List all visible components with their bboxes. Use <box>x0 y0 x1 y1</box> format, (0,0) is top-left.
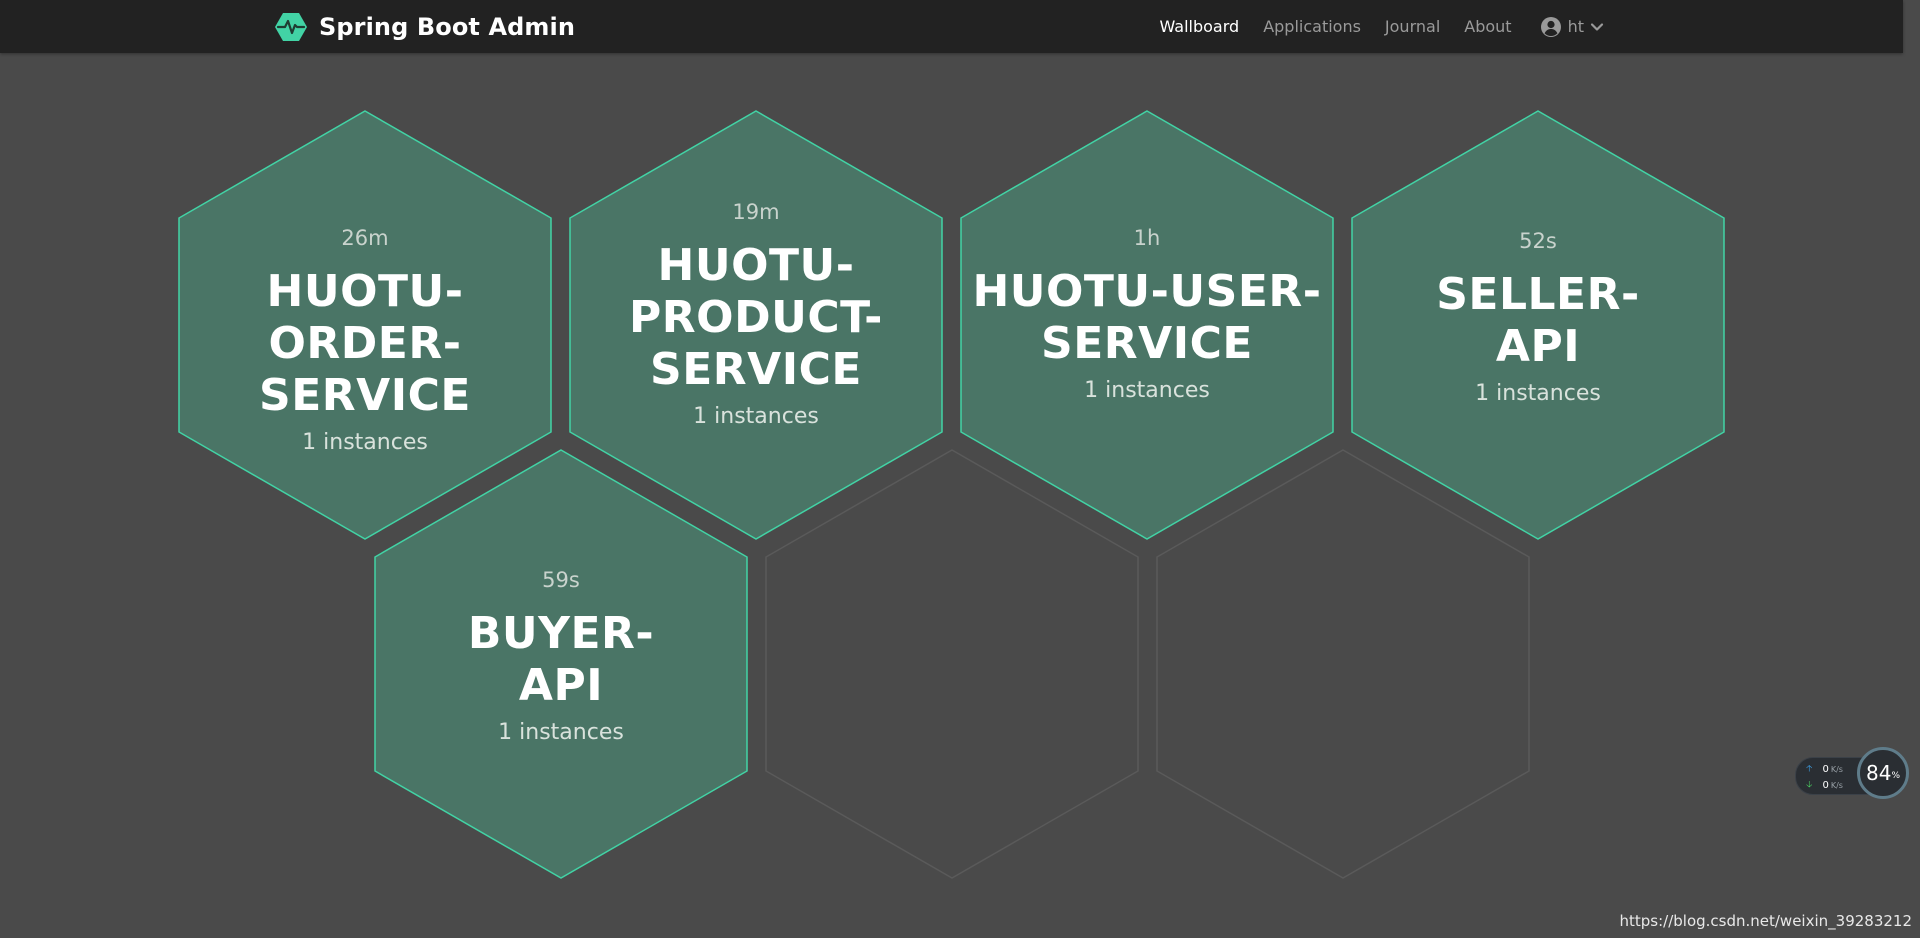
heartbeat-hexagon-icon <box>275 12 307 41</box>
brand-link[interactable]: Spring Boot Admin <box>275 0 575 53</box>
download-speed-unit: K/s <box>1830 780 1843 790</box>
nav-link-journal[interactable]: Journal <box>1385 17 1440 36</box>
network-speed-overlay: 🡡 0 K/s 🡣 0 K/s 84% <box>1795 747 1913 799</box>
empty-hex-slot-2 <box>1156 449 1530 879</box>
download-speed-value: 0 <box>1822 779 1829 791</box>
spring-boot-admin-wallboard-page: 26m HUOTU-ORDER- SERVICE 1 instances 19m… <box>0 0 1920 938</box>
download-arrow-icon: 🡣 <box>1806 780 1813 790</box>
nav-link-wallboard[interactable]: Wallboard <box>1159 17 1239 36</box>
top-navbar: Spring Boot Admin Wallboard Applications… <box>0 0 1903 53</box>
wallboard-hex-grid <box>178 110 1725 879</box>
wallboard: 26m HUOTU-ORDER- SERVICE 1 instances 19m… <box>0 0 1920 938</box>
watermark-url: https://blog.csdn.net/weixin_39283212 <box>1619 912 1912 930</box>
application-hex-huotu-product-service[interactable] <box>569 110 943 540</box>
usage-percentage-circle: 84% <box>1857 747 1909 799</box>
user-name: ht <box>1567 17 1584 36</box>
user-menu-toggle[interactable]: ht <box>1540 16 1604 38</box>
application-hex-huotu-user-service[interactable] <box>960 110 1334 540</box>
nav-link-about[interactable]: About <box>1464 17 1511 36</box>
chevron-down-icon <box>1590 22 1604 31</box>
application-hex-buyer-api[interactable] <box>374 449 748 879</box>
upload-speed-row: 🡡 0 K/s <box>1806 761 1843 777</box>
usage-percentage-value: 84 <box>1865 761 1892 785</box>
usage-percentage-unit: % <box>1891 771 1900 781</box>
application-hex-seller-api[interactable] <box>1351 110 1725 540</box>
brand-title: Spring Boot Admin <box>319 12 576 41</box>
nav-links: Wallboard Applications Journal About ht <box>1135 0 1604 53</box>
upload-speed-value: 0 <box>1822 763 1829 775</box>
download-speed-row: 🡣 0 K/s <box>1806 777 1843 793</box>
upload-arrow-icon: 🡡 <box>1806 764 1813 774</box>
upload-speed-unit: K/s <box>1830 764 1843 774</box>
empty-hex-slot-1 <box>765 449 1139 879</box>
application-hex-huotu-order-service[interactable] <box>178 110 552 540</box>
nav-link-applications[interactable]: Applications <box>1263 17 1361 36</box>
user-circle-icon <box>1540 16 1561 37</box>
